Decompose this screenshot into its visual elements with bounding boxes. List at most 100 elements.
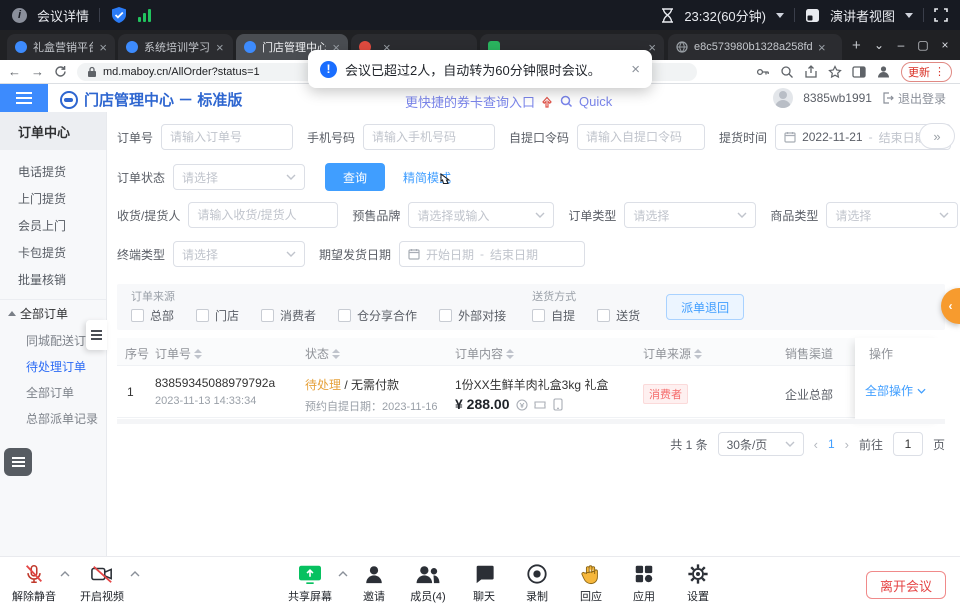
quick-search-icon[interactable] — [560, 95, 573, 108]
chrome-update-button[interactable]: 更新 ⋮ — [901, 62, 952, 82]
sidebar-subitem-hq-dispatch[interactable]: 总部派单记录 — [0, 405, 106, 431]
browser-menu-icon[interactable]: ⋮ — [934, 65, 945, 78]
bookmark-star-icon[interactable] — [828, 65, 842, 79]
network-signal-icon[interactable] — [138, 8, 151, 22]
coupon-query-link[interactable]: 更快捷的券卡查询入口 — [405, 92, 535, 111]
zoom-icon[interactable] — [780, 65, 794, 79]
reaction-button[interactable]: 回应 — [563, 563, 619, 604]
checkbox-delivery[interactable]: 送货 — [597, 307, 640, 324]
side-panel-icon[interactable] — [852, 65, 866, 79]
view-dropdown-icon[interactable] — [905, 13, 913, 18]
unmute-button[interactable]: 解除静音 — [6, 563, 62, 604]
apps-button[interactable]: 应用 — [616, 563, 672, 604]
checkbox-icon[interactable] — [532, 309, 545, 322]
checkbox-icon[interactable] — [338, 309, 351, 322]
receiver-input[interactable] — [188, 202, 338, 228]
table-row[interactable]: 1 83859345088979792a 2023-11-13 14:33:34… — [117, 366, 945, 418]
order-status-select[interactable]: 请选择 — [173, 164, 305, 190]
checkbox-icon[interactable] — [261, 309, 274, 322]
view-mode-button[interactable]: 演讲者视图 — [830, 6, 895, 25]
checkbox-store[interactable]: 门店 — [196, 307, 239, 324]
window-close-icon[interactable]: × — [934, 38, 956, 52]
new-tab-button[interactable]: + — [852, 37, 861, 54]
order-type-select[interactable]: 请选择 — [624, 202, 756, 228]
sort-icon[interactable] — [332, 349, 340, 359]
page-size-select[interactable]: 30条/页 — [718, 432, 804, 456]
sidebar-item-member-visit[interactable]: 会员上门 — [0, 212, 106, 239]
share-icon[interactable] — [804, 65, 818, 79]
sidebar-drag-handle[interactable] — [86, 320, 107, 350]
terminal-type-select[interactable]: 请选择 — [173, 241, 305, 267]
checkbox-icon[interactable] — [597, 309, 610, 322]
phone-input[interactable] — [363, 124, 495, 150]
sidebar-item-door-pickup[interactable]: 上门提货 — [0, 185, 106, 212]
sort-icon[interactable] — [694, 349, 702, 359]
dispatch-return-button[interactable]: 派单退回 — [666, 294, 744, 320]
all-operations-dropdown[interactable]: 全部操作 — [865, 382, 926, 399]
browser-tab-6[interactable]: e8c573980b1328a258fd2e6 × — [668, 34, 842, 60]
tab-close-icon[interactable]: × — [99, 41, 107, 54]
col-source[interactable]: 订单来源 — [643, 345, 702, 362]
tab-search-icon[interactable]: ⌄ — [868, 38, 890, 52]
col-order-no[interactable]: 订单号 — [155, 345, 202, 362]
sidebar-subitem-all-orders[interactable]: 全部订单 — [0, 379, 106, 405]
reload-icon[interactable] — [54, 65, 67, 78]
browser-tab-1[interactable]: 礼盒营销平台管理中心 × — [7, 34, 115, 60]
settings-button[interactable]: 设置 — [670, 563, 726, 604]
checkbox-icon[interactable] — [196, 309, 209, 322]
next-page-icon[interactable]: › — [845, 437, 849, 452]
col-status[interactable]: 状态 — [305, 345, 340, 362]
profile-icon[interactable] — [876, 64, 891, 79]
user-avatar[interactable] — [773, 88, 793, 108]
tab-close-icon[interactable]: × — [818, 41, 826, 54]
floating-list-button[interactable] — [4, 448, 32, 476]
sidebar-item-phone-pickup[interactable]: 电话提货 — [0, 158, 106, 185]
back-icon[interactable]: ← — [8, 64, 21, 79]
window-maximize-icon[interactable]: ▢ — [912, 38, 934, 52]
chat-button[interactable]: 聊天 — [456, 563, 512, 604]
simple-mode-link[interactable]: 精简模式 — [403, 169, 451, 186]
logout-button[interactable]: 退出登录 — [882, 90, 946, 107]
meeting-info-icon[interactable]: i — [12, 8, 27, 23]
fullscreen-icon[interactable] — [934, 8, 948, 22]
pickup-code-input[interactable] — [577, 124, 705, 150]
record-button[interactable]: 录制 — [509, 563, 565, 604]
members-button[interactable]: 成员(4) — [400, 563, 456, 604]
toast-close-icon[interactable]: × — [631, 61, 640, 78]
col-content[interactable]: 订单内容 — [455, 345, 514, 362]
checkbox-icon[interactable] — [439, 309, 452, 322]
quick-link[interactable]: Quick — [579, 94, 612, 109]
tab-close-icon[interactable]: × — [216, 41, 224, 54]
invite-button[interactable]: 邀请 — [346, 563, 402, 604]
share-screen-button[interactable]: 共享屏幕 — [282, 563, 338, 604]
sidebar-item-card-pickup[interactable]: 卡包提货 — [0, 239, 106, 266]
key-icon[interactable] — [756, 65, 770, 79]
presale-brand-select[interactable]: 请选择或输入 — [408, 202, 554, 228]
checkbox-warehouse-share[interactable]: 仓分享合作 — [338, 307, 417, 324]
video-options-chevron-icon[interactable] — [130, 571, 140, 577]
order-no-input[interactable] — [161, 124, 293, 150]
security-shield-icon[interactable] — [110, 6, 128, 24]
sidebar-item-batch-verify[interactable]: 批量核销 — [0, 266, 106, 293]
search-button[interactable]: 查询 — [325, 163, 385, 191]
expand-filters-button[interactable]: » — [919, 123, 955, 149]
browser-tab-2[interactable]: 系统培训学习 × — [118, 34, 233, 60]
checkbox-hq[interactable]: 总部 — [131, 307, 174, 324]
checkbox-external[interactable]: 外部对接 — [439, 307, 506, 324]
sort-icon[interactable] — [194, 349, 202, 359]
sidebar-toggle-button[interactable] — [0, 84, 48, 112]
sort-icon[interactable] — [506, 349, 514, 359]
checkbox-icon[interactable] — [131, 309, 144, 322]
goto-page-input[interactable] — [893, 432, 923, 456]
current-page[interactable]: 1 — [828, 437, 835, 451]
checkbox-self-pickup[interactable]: 自提 — [532, 307, 575, 324]
sidebar-subitem-pending-orders[interactable]: 待处理订单 — [0, 353, 106, 379]
leave-meeting-button[interactable]: 离开会议 — [866, 571, 946, 599]
mic-options-chevron-icon[interactable] — [60, 571, 70, 577]
checkbox-consumer[interactable]: 消费者 — [261, 307, 316, 324]
expect-ship-date-range-input[interactable]: 开始日期 - 结束日期 — [399, 241, 585, 267]
window-minimize-icon[interactable]: – — [890, 38, 912, 52]
prev-page-icon[interactable]: ‹ — [814, 437, 818, 452]
timer-dropdown-icon[interactable] — [776, 13, 784, 18]
forward-icon[interactable]: → — [31, 64, 44, 79]
